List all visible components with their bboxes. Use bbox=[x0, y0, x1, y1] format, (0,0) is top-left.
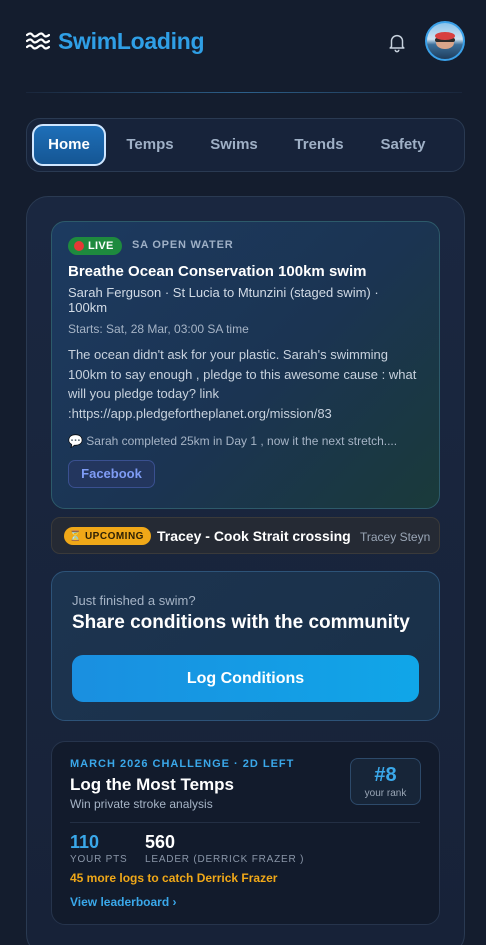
challenge-reward: Win private stroke analysis bbox=[70, 797, 213, 811]
event-latest-update: 💬 Sarah completed 25km in Day 1 , now it… bbox=[68, 434, 398, 448]
event-start-time: Starts: Sat, 28 Mar, 03:00 SA time bbox=[68, 322, 249, 336]
view-leaderboard-link[interactable]: View leaderboard › bbox=[70, 895, 176, 909]
bell-icon[interactable] bbox=[386, 31, 408, 53]
app-logo-text[interactable]: SwimLoading bbox=[58, 28, 205, 55]
facebook-button[interactable]: Facebook bbox=[68, 460, 155, 488]
hourglass-icon: ⏳ bbox=[69, 530, 82, 542]
log-conditions-button[interactable]: Log Conditions bbox=[72, 655, 419, 702]
upcoming-badge-label: UPCOMING bbox=[84, 530, 144, 542]
event-category: SA OPEN WATER bbox=[132, 239, 234, 251]
share-prompt: Just finished a swim? bbox=[72, 593, 196, 608]
your-points-label: YOUR PTS bbox=[70, 854, 128, 865]
tab-swims[interactable]: Swims bbox=[195, 124, 273, 166]
challenge-divider bbox=[70, 822, 420, 823]
rank-label: your rank bbox=[364, 788, 407, 799]
event-description: The ocean didn't ask for your plastic. S… bbox=[68, 347, 417, 421]
rank-box: #8 your rank bbox=[350, 758, 421, 805]
challenge-title: Log the Most Temps bbox=[70, 775, 235, 794]
avatar[interactable] bbox=[425, 21, 465, 61]
header-divider bbox=[26, 92, 462, 93]
tab-temps[interactable]: Temps bbox=[112, 124, 188, 166]
your-points-value: 110 bbox=[70, 832, 100, 852]
waves-icon bbox=[26, 32, 50, 50]
upcoming-event-swimmer: Tracey Steyn bbox=[360, 530, 431, 544]
live-dot-icon bbox=[74, 241, 84, 251]
rank-value: #8 bbox=[374, 764, 397, 786]
live-badge: LIVE bbox=[68, 237, 122, 255]
app-header: SwimLoading bbox=[0, 0, 486, 92]
event-title[interactable]: Breathe Ocean Conservation 100km swim bbox=[68, 263, 366, 280]
share-title: Share conditions with the community bbox=[72, 612, 410, 633]
leader-points-label: LEADER (DERRICK FRAZER ) bbox=[145, 854, 305, 865]
challenge-tag: MARCH 2026 CHALLENGE · 2D LEFT bbox=[70, 758, 295, 770]
avatar-photo bbox=[435, 32, 455, 49]
gap-message: 45 more logs to catch Derrick Frazer bbox=[70, 871, 278, 885]
main-tabs: Home Temps Swims Trends Safety bbox=[26, 118, 465, 172]
leader-points-value: 560 bbox=[145, 832, 176, 852]
event-subtitle: Sarah Ferguson · St Lucia to Mtunzini (s… bbox=[68, 285, 379, 315]
upcoming-badge: ⏳ UPCOMING bbox=[64, 527, 151, 545]
tab-trends[interactable]: Trends bbox=[280, 124, 358, 166]
live-badge-label: LIVE bbox=[88, 240, 114, 252]
upcoming-event-title: Tracey - Cook Strait crossing bbox=[157, 528, 351, 544]
tab-home[interactable]: Home bbox=[32, 124, 106, 166]
tab-safety[interactable]: Safety bbox=[365, 124, 441, 166]
